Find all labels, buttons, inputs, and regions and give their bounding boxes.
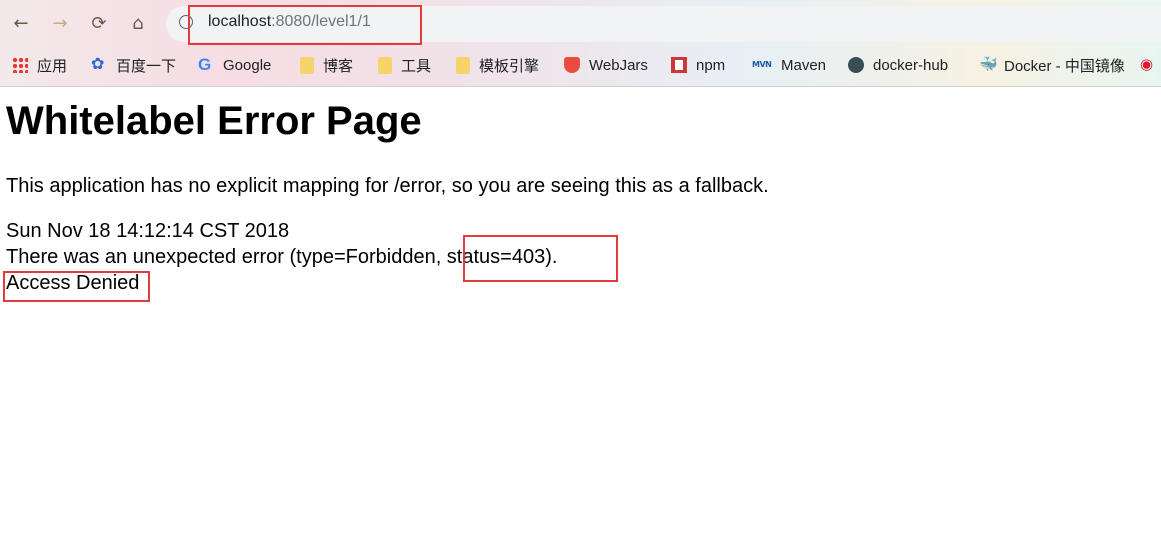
bookmark-google[interactable]: G Google: [198, 55, 271, 75]
bookmark-label: 应用: [37, 57, 68, 75]
url-highlight-box: [188, 5, 422, 45]
folder-icon: [378, 56, 392, 74]
bookmark-label: 博客: [323, 57, 354, 75]
bookmark-folder-tools[interactable]: 工具: [378, 55, 431, 75]
bookmark-label: Docker - 中国镜像: [1004, 57, 1125, 75]
bookmark-webjars[interactable]: WebJars: [564, 55, 648, 75]
maven-icon: MVN: [752, 60, 772, 69]
bookmark-label: Google: [223, 56, 272, 74]
bookmark-label: 百度一下: [116, 57, 177, 75]
google-icon: G: [198, 55, 212, 74]
back-arrow-icon[interactable]: ←: [10, 12, 32, 34]
bookmark-label: 工具: [401, 57, 432, 75]
bookmark-folder-templates[interactable]: 模板引擎: [456, 55, 539, 75]
bookmarks-bar: 应用 ✿ 百度一下 G Google 博客 工具 模板引擎 WebJars np…: [0, 47, 1161, 85]
bookmark-baidu[interactable]: ✿ 百度一下: [91, 55, 176, 75]
docker-hub-icon: [848, 57, 864, 73]
bookmark-docker-hub[interactable]: docker-hub: [848, 55, 948, 75]
bookmark-folder-blog[interactable]: 博客: [300, 55, 353, 75]
error-timestamp: Sun Nov 18 14:12:14 CST 2018: [6, 220, 290, 242]
bookmark-label: WebJars: [589, 56, 648, 74]
baidu-icon: ✿: [91, 56, 105, 73]
page-title: Whitelabel Error Page: [6, 99, 422, 143]
folder-icon: [456, 56, 470, 74]
bookmark-npm[interactable]: npm: [671, 55, 725, 75]
bookmark-docker-mirror[interactable]: 🐳 Docker - 中国镜像: [979, 55, 1125, 75]
browser-chrome: ← → ⟳ ⌂ localhost:8080/level1/1 应用 ✿ 百度一…: [0, 0, 1161, 87]
message-highlight-box: [3, 271, 150, 302]
bookmark-label: 模板引擎: [479, 57, 540, 75]
webjars-icon: [564, 57, 580, 73]
apps-icon: [12, 57, 28, 73]
docker-icon: 🐳: [979, 56, 998, 73]
bookmark-label: Maven: [781, 56, 827, 74]
status-highlight-box: [463, 235, 618, 282]
error-description: This application has no explicit mapping…: [6, 175, 769, 197]
bookmark-apps[interactable]: 应用: [12, 55, 67, 75]
reload-icon[interactable]: ⟳: [88, 12, 110, 34]
bookmark-maven[interactable]: MVN Maven: [752, 55, 826, 75]
bookmark-label: docker-hub: [873, 56, 949, 74]
bookmark-weibo[interactable]: ◉: [1140, 55, 1161, 75]
navigation-bar: ← → ⟳ ⌂ localhost:8080/level1/1: [0, 0, 1161, 46]
npm-icon: [671, 57, 687, 73]
bookmark-label: npm: [696, 56, 726, 74]
forward-arrow-icon[interactable]: →: [49, 12, 71, 34]
weibo-icon: ◉: [1140, 56, 1154, 73]
folder-icon: [300, 56, 314, 74]
home-icon[interactable]: ⌂: [127, 12, 149, 34]
